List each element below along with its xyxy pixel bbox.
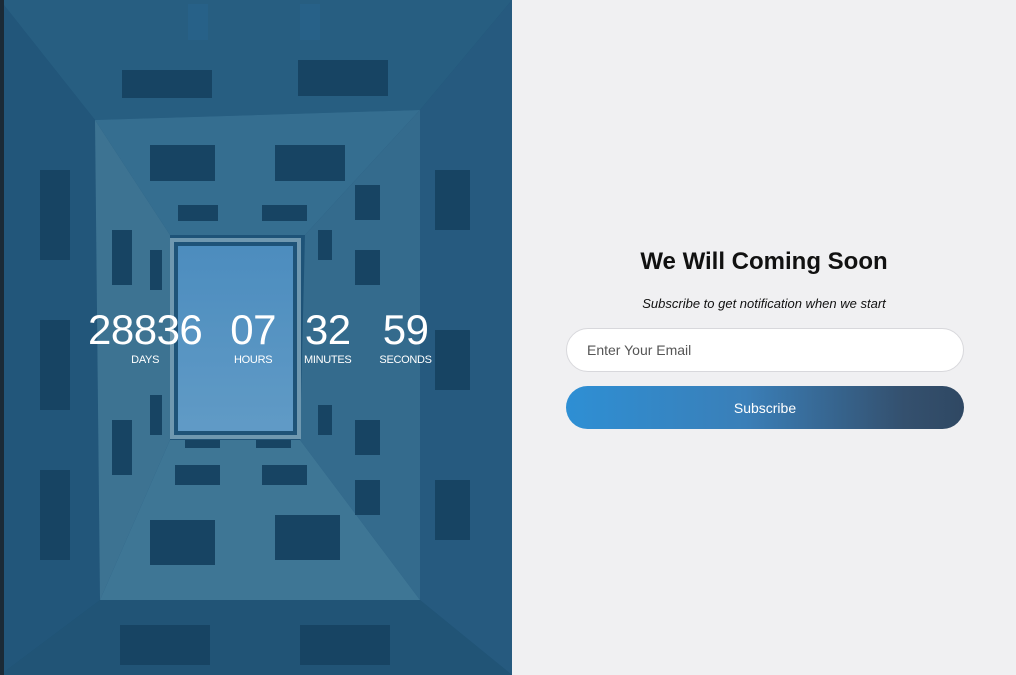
countdown-timer: 28836 DAYS 07 HOURS 32 MINUTES 59 SECOND… bbox=[88, 308, 432, 367]
countdown-days-value: 28836 bbox=[88, 306, 203, 353]
hero-image-panel: 28836 DAYS 07 HOURS 32 MINUTES 59 SECOND… bbox=[0, 0, 512, 675]
countdown-days-label: DAYS bbox=[131, 354, 160, 366]
countdown-days: 28836 DAYS bbox=[88, 306, 203, 367]
page-title: We Will Coming Soon bbox=[640, 248, 888, 275]
panel-edge bbox=[0, 0, 4, 675]
countdown-minutes-value: 32 bbox=[304, 306, 351, 353]
countdown-seconds-label: SECONDS bbox=[379, 354, 432, 366]
countdown-hours-label: HOURS bbox=[234, 354, 273, 366]
subscribe-button[interactable]: Subscribe bbox=[566, 386, 964, 429]
email-field[interactable] bbox=[566, 328, 964, 372]
countdown-seconds-value: 59 bbox=[382, 306, 429, 353]
subscribe-panel: We Will Coming Soon Subscribe to get not… bbox=[512, 0, 1016, 675]
countdown-hours: 07 HOURS bbox=[230, 308, 276, 367]
countdown-hours-value: 07 bbox=[230, 306, 277, 353]
countdown-minutes: 32 MINUTES bbox=[304, 306, 352, 367]
countdown-minutes-label: MINUTES bbox=[304, 354, 352, 366]
page-subtitle: Subscribe to get notification when we st… bbox=[642, 296, 886, 311]
countdown-seconds: 59 SECONDS bbox=[379, 306, 432, 367]
